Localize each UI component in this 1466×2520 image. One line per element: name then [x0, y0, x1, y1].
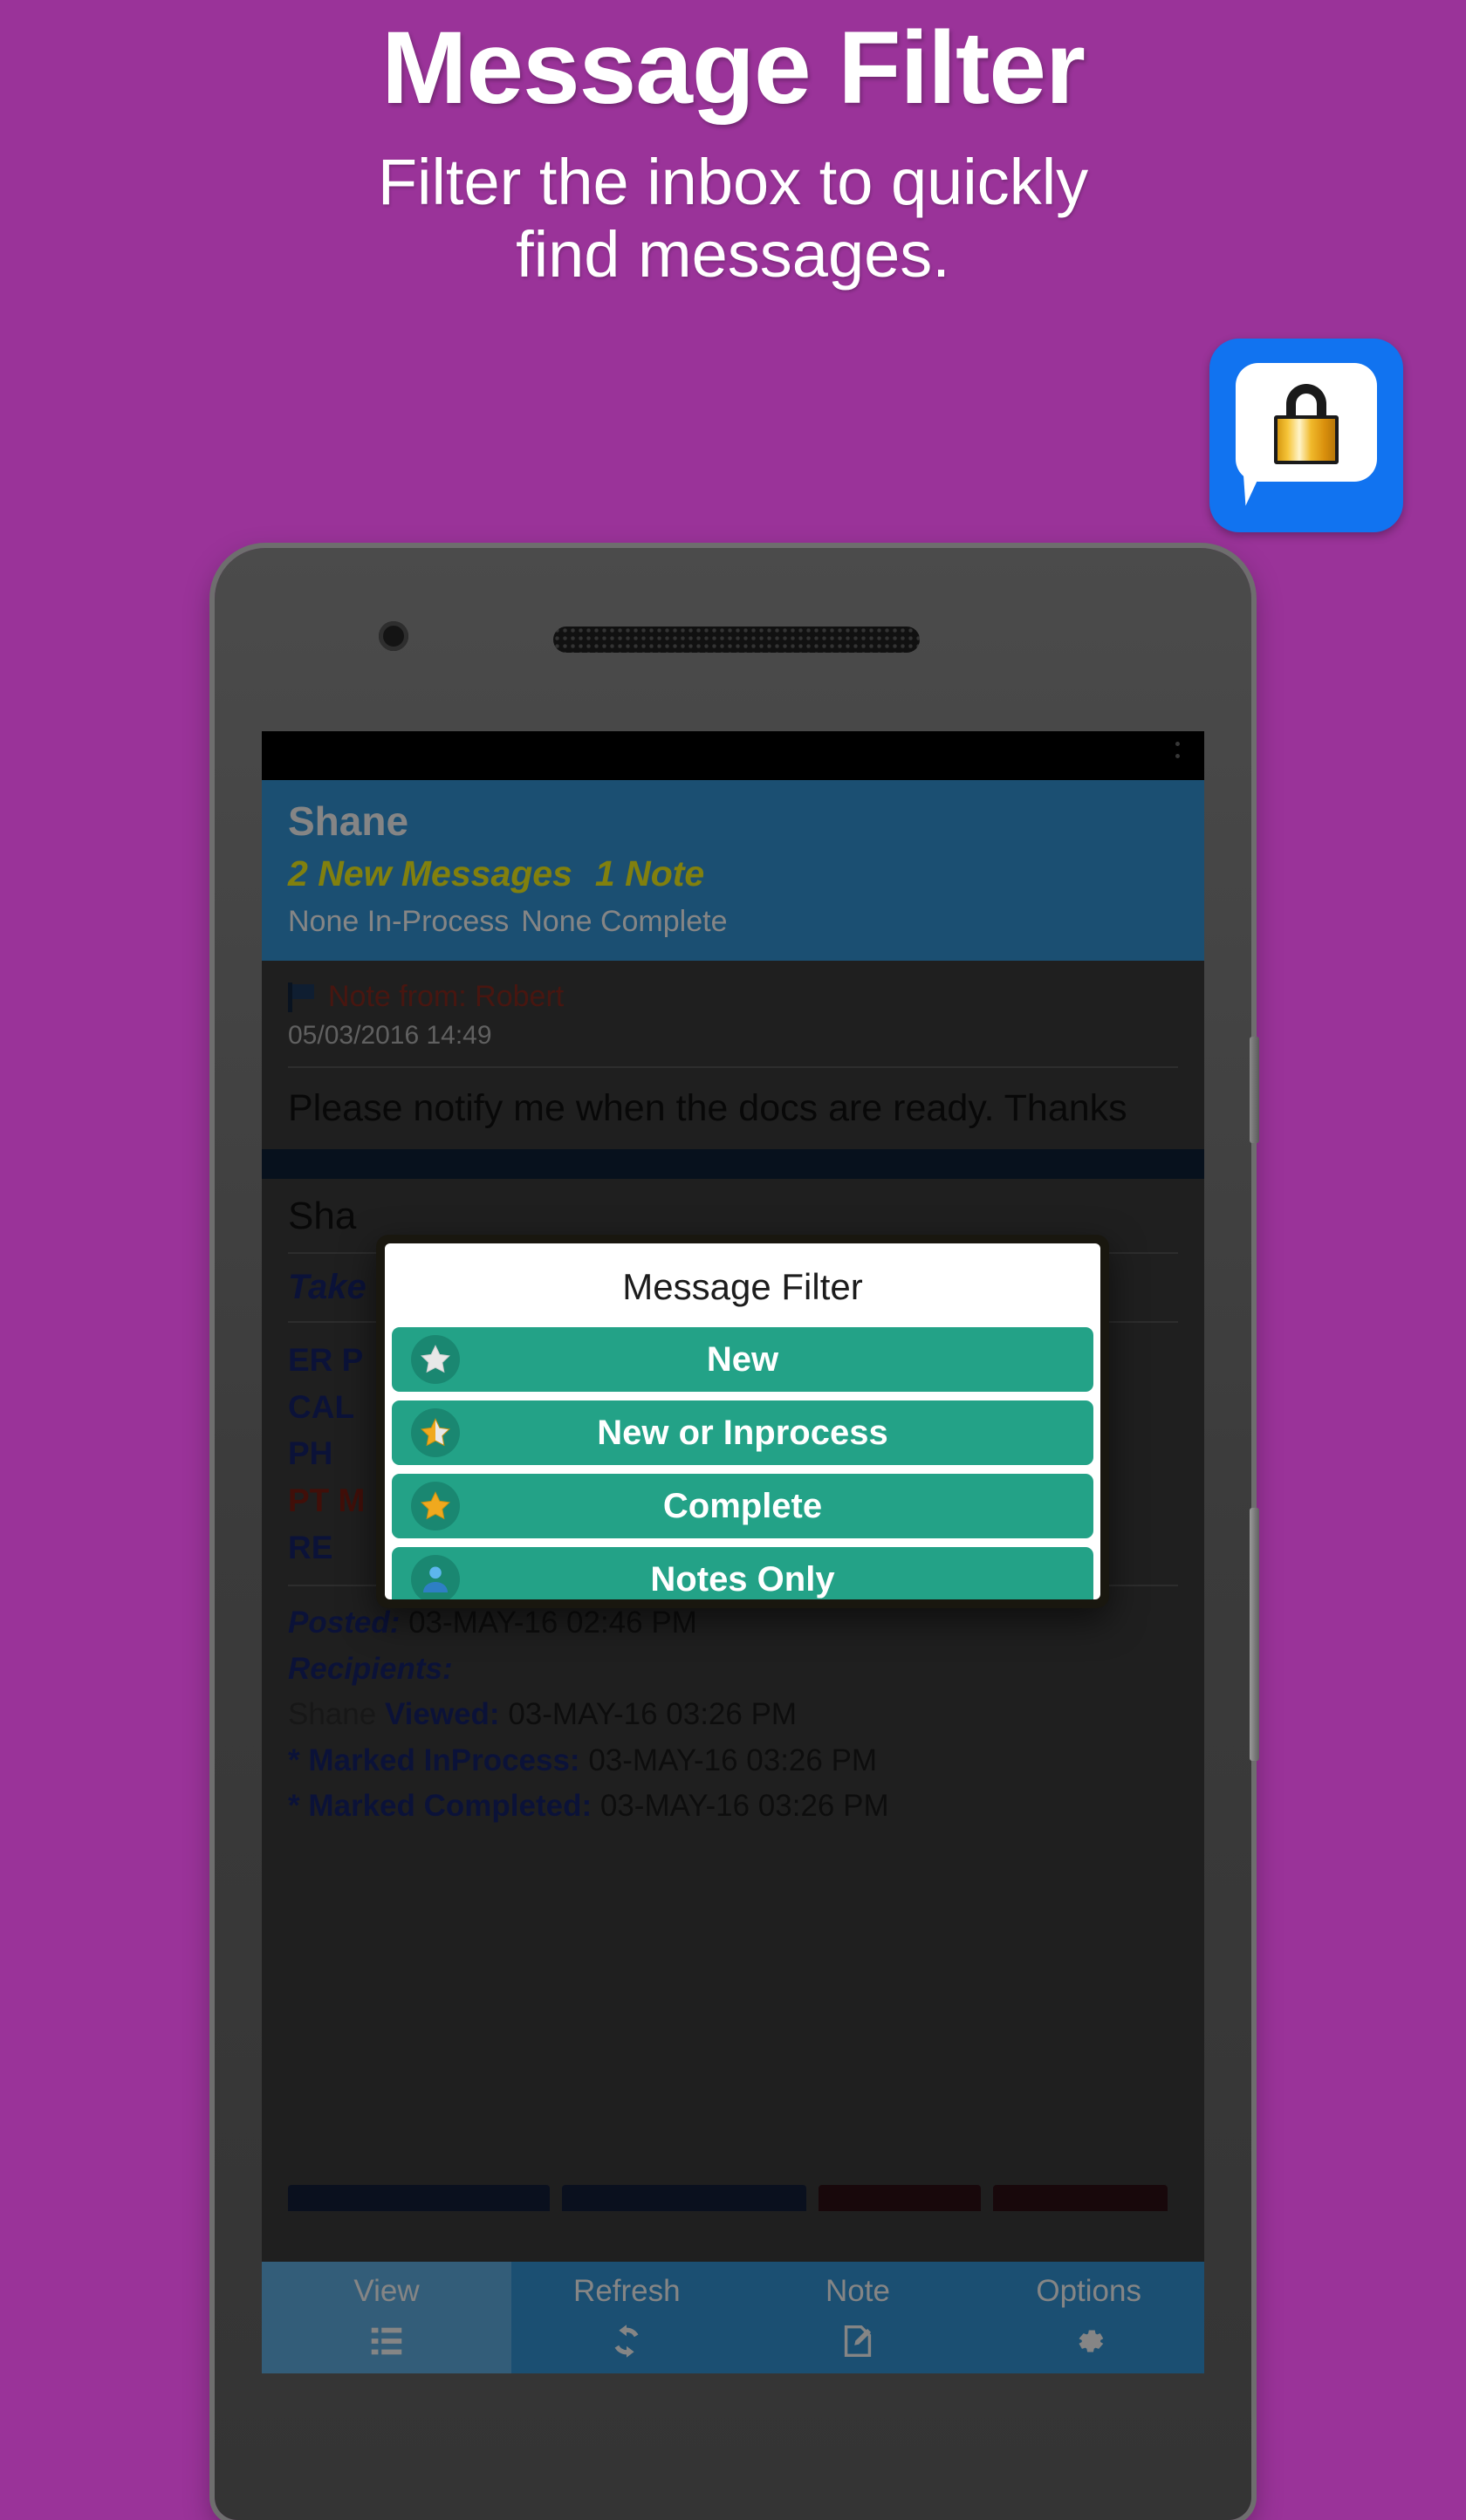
star-half-gold-icon — [411, 1408, 460, 1457]
earpiece-speaker — [553, 627, 920, 653]
filter-option-notes-only[interactable]: Notes Only — [392, 1547, 1093, 1599]
filter-option-label: New or Inprocess — [597, 1413, 888, 1452]
filter-option-label: Complete — [662, 1486, 823, 1525]
star-white-icon — [411, 1335, 460, 1384]
dialog-option-list: New New or Inprocess Complete Notes Only — [385, 1327, 1100, 1599]
message-filter-dialog: Message Filter New New or Inprocess Comp… — [376, 1235, 1109, 1608]
dialog-title: Message Filter — [622, 1266, 863, 1307]
front-camera-icon — [379, 621, 408, 651]
speech-bubble-tail — [1243, 468, 1288, 506]
filter-option-new[interactable]: New — [392, 1327, 1093, 1392]
promo-subtitle: Filter the inbox to quickly find message… — [0, 120, 1466, 291]
app-icon — [1209, 339, 1403, 532]
person-icon — [411, 1555, 460, 1599]
device-screen: Shane 2 New Messages 1 Note None In-Proce… — [262, 731, 1204, 2373]
promo-banner: Message Filter Filter the inbox to quick… — [0, 0, 1466, 291]
filter-option-new-or-inprocess[interactable]: New or Inprocess — [392, 1400, 1093, 1465]
filter-option-complete[interactable]: Complete — [392, 1474, 1093, 1538]
filter-option-label: Notes Only — [650, 1559, 835, 1599]
promo-subtitle-line1: Filter the inbox to quickly — [377, 146, 1089, 219]
filter-option-label: New — [706, 1339, 779, 1379]
volume-button[interactable] — [1250, 1508, 1259, 1761]
page-title: Message Filter — [381, 10, 1086, 126]
power-button[interactable] — [1250, 1037, 1259, 1143]
promo-subtitle-line2: find messages. — [516, 218, 950, 291]
lock-icon-body — [1274, 415, 1339, 464]
star-gold-icon — [411, 1482, 460, 1530]
